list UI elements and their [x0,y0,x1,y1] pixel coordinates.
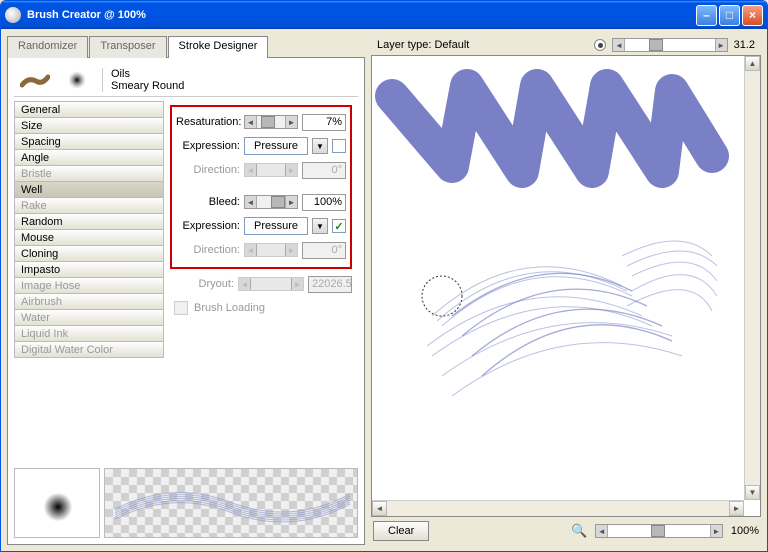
expression2-dropdown[interactable]: Pressure [244,217,308,235]
dab-preview [14,468,100,538]
app-icon [5,7,21,23]
expression1-label: Expression: [176,140,244,152]
brush-category: Oils [111,68,184,80]
layer-radio[interactable] [594,39,606,51]
horizontal-scrollbar[interactable]: ◄ ► [372,500,744,516]
cat-general[interactable]: General [14,101,164,118]
maximize-button[interactable]: □ [719,5,740,26]
dryout-label: Dryout: [170,278,238,290]
bleed-label: Bleed: [176,196,244,208]
stroke-preview [104,468,358,538]
brushloading-check [174,301,188,315]
cat-cloning[interactable]: Cloning [14,245,164,262]
expression1-dropdown[interactable]: Pressure [244,137,308,155]
window-title: Brush Creator @ 100% [27,9,696,21]
cat-impasto[interactable]: Impasto [14,261,164,278]
brush-header: Oils Smeary Round [14,64,358,97]
cat-water: Water [14,309,164,326]
direction1-label: Direction: [176,164,244,176]
direction2-label: Direction: [176,244,244,256]
cat-airbrush: Airbrush [14,293,164,310]
direction2-slider: ◄► [244,243,298,257]
clear-button[interactable]: Clear [373,521,429,541]
highlighted-region: Resaturation: ◄► 7% Expression: [170,105,352,269]
brush-dab-icon[interactable] [60,69,94,91]
brushloading-label: Brush Loading [194,302,265,314]
zoom-slider[interactable]: ◄► [595,524,723,538]
expression1-dropdown-button[interactable]: ▼ [312,138,328,154]
cat-angle[interactable]: Angle [14,149,164,166]
left-panel: Randomizer Transposer Stroke Designer Oi… [7,35,365,545]
cat-random[interactable]: Random [14,213,164,230]
cat-liquidink: Liquid Ink [14,325,164,342]
category-list: General Size Spacing Angle Bristle Well … [14,101,164,464]
close-button[interactable]: × [742,5,763,26]
expression1-check[interactable] [332,139,346,153]
brush-category-icon[interactable] [18,69,52,91]
right-panel: Layer type: Default ◄► 31.2 [371,35,761,545]
expression2-dropdown-button[interactable]: ▼ [312,218,328,234]
bleed-value[interactable]: 100% [302,194,346,211]
cat-spacing[interactable]: Spacing [14,133,164,150]
brush-size-slider[interactable]: ◄► [612,38,727,52]
tab-strip: Randomizer Transposer Stroke Designer [7,36,365,58]
cat-bristle: Bristle [14,165,164,182]
cat-size[interactable]: Size [14,117,164,134]
tab-transposer[interactable]: Transposer [89,36,166,58]
dryout-slider: ◄► [238,277,304,291]
cat-well[interactable]: Well [14,181,164,198]
cat-digitalwc: Digital Water Color [14,341,164,358]
cat-imagehose: Image Hose [14,277,164,294]
dryout-value: 22026.5 [308,276,352,293]
brush-size-value: 31.2 [734,39,755,51]
layer-type-label: Layer type: Default [377,39,469,51]
minimize-button[interactable]: – [696,5,717,26]
app-window: Brush Creator @ 100% – □ × Randomizer Tr… [0,0,768,552]
direction1-slider: ◄► [244,163,298,177]
brush-variant: Smeary Round [111,80,184,92]
resaturation-slider[interactable]: ◄► [244,115,298,129]
cat-mouse[interactable]: Mouse [14,229,164,246]
zoom-value: 100% [731,525,759,537]
tab-randomizer[interactable]: Randomizer [7,36,88,58]
expression2-label: Expression: [176,220,244,232]
stroke-designer-body: Oils Smeary Round General Size Spacing A… [7,57,365,545]
cat-rake: Rake [14,197,164,214]
settings-pane: Resaturation: ◄► 7% Expression: [164,101,358,464]
bleed-slider[interactable]: ◄► [244,195,298,209]
direction2-value: 0° [302,242,346,259]
canvas-area[interactable]: ▲ ▼ ◄ ► [371,55,761,517]
zoom-icon: 🔍 [571,523,587,539]
resaturation-value[interactable]: 7% [302,114,346,131]
tab-stroke-designer[interactable]: Stroke Designer [168,36,269,58]
title-bar[interactable]: Brush Creator @ 100% – □ × [1,1,767,29]
preview-row [14,468,358,538]
expression2-check[interactable] [332,219,346,233]
resaturation-label: Resaturation: [176,116,244,128]
vertical-scrollbar[interactable]: ▲ ▼ [744,56,760,500]
direction1-value: 0° [302,162,346,179]
